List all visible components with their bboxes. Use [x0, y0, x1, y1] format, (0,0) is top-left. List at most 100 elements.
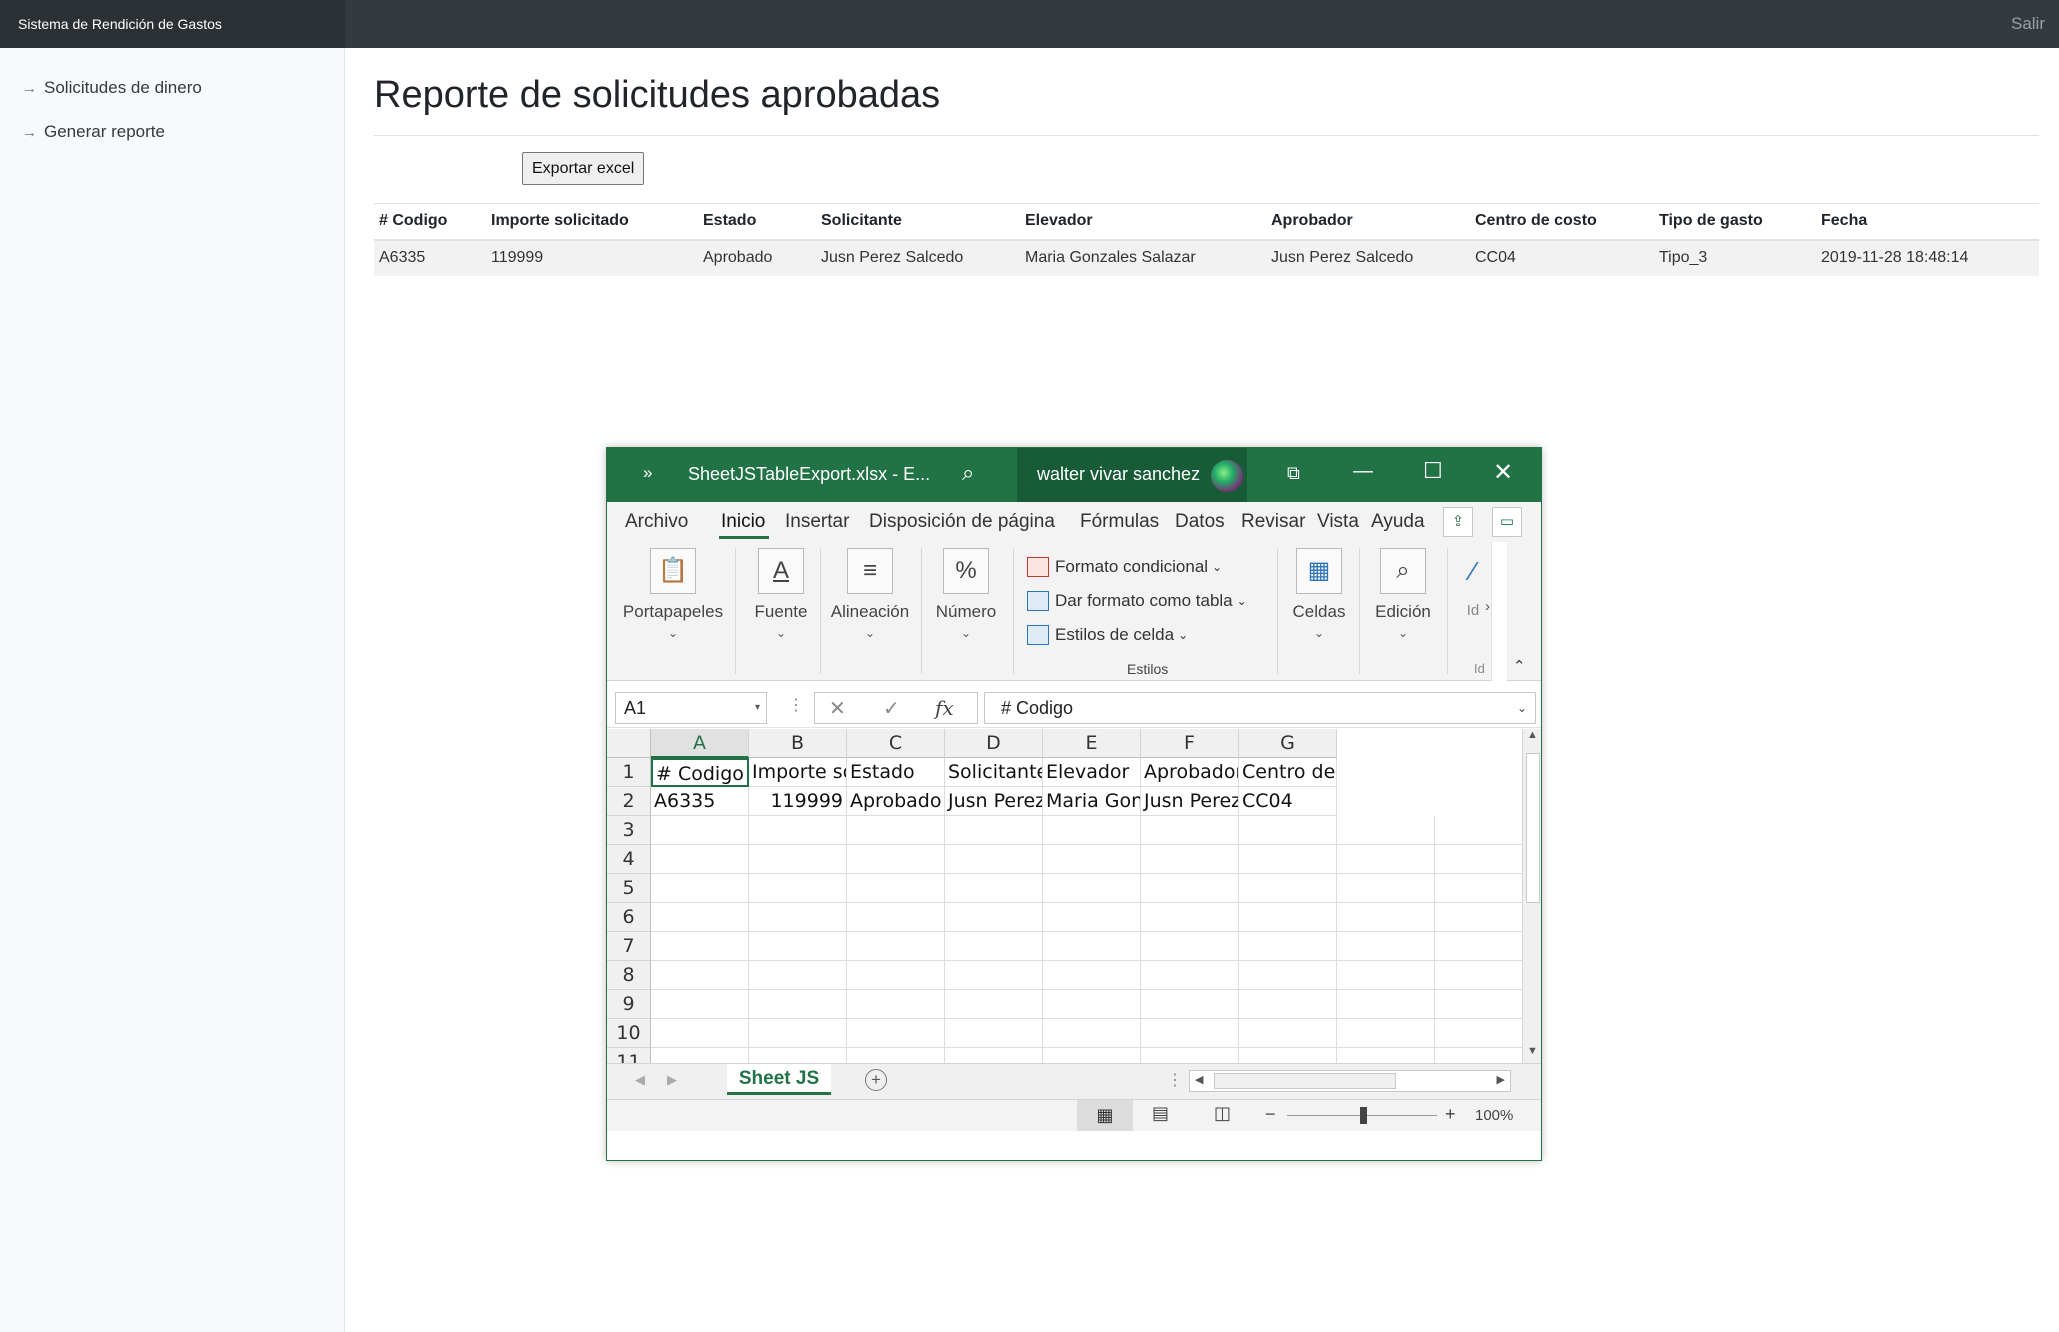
- row-header[interactable]: 9: [607, 990, 651, 1019]
- row-header[interactable]: 2: [607, 787, 651, 816]
- cell-b1[interactable]: Importe solic: [749, 758, 847, 787]
- menu-insertar[interactable]: Insertar: [785, 511, 849, 533]
- share-icon[interactable]: ⇪: [1443, 507, 1473, 537]
- column-header-b[interactable]: B: [749, 729, 847, 758]
- vertical-scrollbar[interactable]: ▲ ▼: [1522, 729, 1541, 1063]
- maximize-icon[interactable]: ☐: [1423, 458, 1443, 484]
- cell-styles-button[interactable]: Estilos de celda ⌄: [1027, 618, 1247, 652]
- cell-e2[interactable]: Maria Gonza: [1043, 787, 1141, 816]
- column-header-e[interactable]: E: [1043, 729, 1141, 758]
- column-header-g[interactable]: G: [1239, 729, 1337, 758]
- select-all-corner[interactable]: [607, 729, 651, 758]
- column-header-c[interactable]: C: [847, 729, 945, 758]
- group-celdas[interactable]: ▦ Celdas ⌄: [1283, 548, 1355, 640]
- scroll-up-icon[interactable]: ▲: [1527, 729, 1538, 741]
- ribbon-vscrollbar[interactable]: [1491, 542, 1507, 681]
- confirm-entry-icon[interactable]: ✓: [883, 696, 900, 721]
- row-header[interactable]: 10: [607, 1019, 651, 1048]
- group-alineacion[interactable]: ≡ Alineación ⌄: [823, 548, 917, 640]
- zoom-out-icon[interactable]: −: [1265, 1104, 1276, 1125]
- cell-g1[interactable]: Centro de: [1239, 758, 1337, 787]
- excel-titlebar[interactable]: » SheetJSTableExport.xlsx - E... ⌕ walte…: [607, 448, 1541, 502]
- tab-next-icon[interactable]: ▶: [667, 1072, 677, 1088]
- cell-a1[interactable]: # Codigo: [651, 758, 749, 787]
- export-excel-button[interactable]: Exportar excel: [522, 152, 645, 185]
- cell-b2[interactable]: 119999: [749, 787, 847, 816]
- insert-function-icon[interactable]: fx: [935, 696, 954, 720]
- sheet-tab-sheetjs[interactable]: Sheet JS: [727, 1064, 831, 1095]
- signout-link[interactable]: Salir: [2011, 0, 2045, 48]
- conditional-format-button[interactable]: Formato condicional ⌄: [1027, 550, 1247, 584]
- scroll-left-icon[interactable]: ◀: [1195, 1073, 1203, 1086]
- tab-prev-icon[interactable]: ◀: [635, 1072, 645, 1088]
- comment-icon[interactable]: ▭: [1492, 507, 1522, 537]
- menu-archivo[interactable]: Archivo: [625, 511, 688, 533]
- column-header-d[interactable]: D: [945, 729, 1043, 758]
- cancel-entry-icon[interactable]: ✕: [829, 696, 846, 721]
- add-sheet-icon[interactable]: +: [865, 1069, 887, 1091]
- cell-c1[interactable]: Estado: [847, 758, 945, 787]
- spreadsheet-grid[interactable]: A B C D E F G 1 2 3 4 5 6 7 8 9 10 11 # …: [607, 729, 1522, 1063]
- sidebar-item-solicitudes[interactable]: → Solicitudes de dinero: [0, 66, 344, 110]
- normal-view-icon[interactable]: ▦: [1077, 1100, 1133, 1131]
- name-box[interactable]: A1 ▾: [615, 692, 767, 724]
- cell-c2[interactable]: Aprobado: [847, 787, 945, 816]
- ribbon-display-icon[interactable]: ⧉: [1287, 463, 1300, 484]
- minimize-icon[interactable]: —: [1353, 460, 1373, 483]
- row-header[interactable]: 3: [607, 816, 651, 845]
- menu-revisar[interactable]: Revisar: [1241, 511, 1305, 533]
- row-header[interactable]: 4: [607, 845, 651, 874]
- cell-f2[interactable]: Jusn Perez Sa: [1141, 787, 1239, 816]
- scroll-right-icon[interactable]: ▶: [1497, 1073, 1505, 1086]
- cell-a2[interactable]: A6335: [651, 787, 749, 816]
- zoom-level[interactable]: 100%: [1475, 1107, 1513, 1124]
- sidebar-item-generar-reporte[interactable]: → Generar reporte: [0, 110, 344, 154]
- row-header[interactable]: 8: [607, 961, 651, 990]
- chevrons-icon[interactable]: »: [643, 463, 652, 483]
- format-as-table-button[interactable]: Dar formato como tabla ⌄: [1027, 584, 1247, 618]
- group-fuente[interactable]: A Fuente ⌄: [743, 548, 819, 640]
- scroll-down-icon[interactable]: ▼: [1527, 1045, 1538, 1057]
- menu-vista[interactable]: Vista: [1317, 511, 1359, 533]
- app-brand[interactable]: Sistema de Rendición de Gastos: [0, 0, 345, 48]
- empty-grid-area[interactable]: [651, 816, 1522, 1063]
- column-header-a[interactable]: A: [651, 729, 749, 758]
- formula-input[interactable]: # Codigo ⌄: [984, 692, 1536, 724]
- row-header[interactable]: 7: [607, 932, 651, 961]
- scroll-thumb[interactable]: [1526, 753, 1540, 903]
- menu-inicio[interactable]: Inicio: [721, 511, 765, 533]
- collapse-ribbon-icon[interactable]: ⌃: [1513, 657, 1526, 675]
- menu-disposicion[interactable]: Disposición de página: [869, 511, 1055, 533]
- row-header[interactable]: 11: [607, 1048, 651, 1063]
- splitter-handle-icon[interactable]: ⋮: [1167, 1070, 1183, 1090]
- zoom-slider-thumb[interactable]: [1360, 1107, 1367, 1124]
- menu-ayuda[interactable]: Ayuda: [1371, 511, 1425, 533]
- column-header-f[interactable]: F: [1141, 729, 1239, 758]
- ribbon-scroll-right-icon[interactable]: ›: [1485, 598, 1490, 615]
- zoom-slider[interactable]: [1287, 1107, 1437, 1124]
- cell-e1[interactable]: Elevador: [1043, 758, 1141, 787]
- more-options-icon[interactable]: ⋮: [788, 695, 804, 715]
- cell-d2[interactable]: Jusn Perez Sa: [945, 787, 1043, 816]
- excel-window[interactable]: » SheetJSTableExport.xlsx - E... ⌕ walte…: [606, 447, 1542, 1161]
- group-portapapeles[interactable]: 📋 Portapapeles ⌄: [619, 548, 727, 640]
- group-numero[interactable]: % Número ⌄: [925, 548, 1007, 640]
- h-scroll-thumb[interactable]: [1214, 1073, 1396, 1089]
- cell-d1[interactable]: Solicitante: [945, 758, 1043, 787]
- zoom-in-icon[interactable]: +: [1445, 1104, 1456, 1125]
- cell-g2[interactable]: CC04: [1239, 787, 1337, 816]
- row-header[interactable]: 5: [607, 874, 651, 903]
- horizontal-scrollbar[interactable]: ◀ ▶: [1189, 1070, 1511, 1092]
- row-header[interactable]: 1: [607, 758, 651, 787]
- close-icon[interactable]: ✕: [1493, 458, 1513, 487]
- menu-formulas[interactable]: Fórmulas: [1080, 511, 1159, 533]
- search-icon[interactable]: ⌕: [962, 460, 974, 486]
- user-avatar[interactable]: [1211, 460, 1243, 492]
- find-icon: ⌕: [1380, 548, 1426, 594]
- row-header[interactable]: 6: [607, 903, 651, 932]
- cell-f1[interactable]: Aprobador: [1141, 758, 1239, 787]
- group-edicion[interactable]: ⌕ Edición ⌄: [1363, 548, 1443, 640]
- page-layout-icon[interactable]: ▤: [1152, 1103, 1169, 1124]
- menu-datos[interactable]: Datos: [1175, 511, 1225, 533]
- page-break-icon[interactable]: ◫: [1214, 1103, 1231, 1124]
